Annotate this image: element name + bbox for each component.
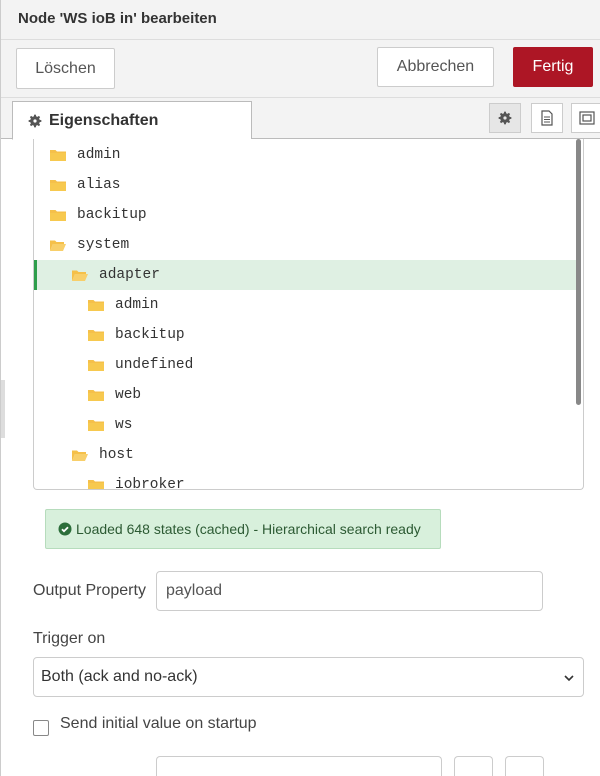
folder-icon [50,209,66,221]
output-property-input[interactable]: payload [156,571,543,611]
status-text: Loaded 648 states (cached) - Hierarchica… [76,521,421,537]
tree-item[interactable]: admin [34,290,579,320]
tree-item-label: undefined [115,357,194,373]
folder-icon [88,389,104,401]
tree-item-label: host [99,447,134,463]
tab-description[interactable] [531,103,563,133]
tree-item-label: backitup [115,327,185,343]
chevron-down-icon [564,675,574,682]
folder-icon [88,359,104,371]
tree-item[interactable]: system [34,230,579,260]
folder-icon [88,299,104,311]
tab-settings[interactable] [489,103,521,133]
tree-item[interactable]: backitup [34,200,579,230]
object-tree[interactable]: admin alias backitup system adapter admin back… [33,139,584,490]
cancel-button[interactable]: Abbrechen [377,47,494,87]
appearance-icon [579,111,595,125]
dialog-title: Node 'WS ioB in' bearbeiten [18,10,217,27]
tab-properties-label: Eigenschaften [49,111,159,129]
tree-scrollbar[interactable] [576,139,581,405]
tree-item[interactable]: host [34,440,579,470]
folder-icon [88,419,104,431]
tree-item-label: admin [115,297,159,313]
folder-open-icon [72,270,88,281]
resize-handle[interactable] [1,380,5,438]
tree-item-label: web [115,387,142,403]
tree-item[interactable]: backitup [34,320,579,350]
dialog-title-bar: Node 'WS ioB in' bearbeiten [1,0,600,40]
folder-open-icon [72,450,88,461]
partial-button[interactable] [454,756,493,776]
tree-item-label: backitup [77,207,147,223]
folder-icon [50,179,66,191]
output-property-label: Output Property [33,582,146,599]
check-circle-icon [58,522,72,536]
tree-item-label: admin [77,147,121,163]
tree-item[interactable]: alias [34,170,579,200]
initial-value-label: Send initial value on startup [60,715,257,732]
gear-icon [498,111,512,125]
edit-node-dialog: Node 'WS ioB in' bearbeiten Löschen Abbr… [0,0,600,776]
folder-icon [50,149,66,161]
initial-value-checkbox[interactable] [33,720,49,736]
tree-item[interactable]: web [34,380,579,410]
tree-item[interactable]: ws [34,410,579,440]
tab-properties[interactable]: Eigenschaften [12,101,252,140]
tree-item[interactable]: undefined [34,350,579,380]
folder-open-icon [50,240,66,251]
folder-icon [88,479,104,489]
tree-item-label: ws [115,417,133,433]
tree-item-label: iobroker [115,477,185,490]
tree-item[interactable]: iobroker [34,470,579,490]
delete-button[interactable]: Löschen [16,48,115,89]
status-message: Loaded 648 states (cached) - Hierarchica… [45,509,441,549]
trigger-select-value: Both (ack and no-ack) [41,668,198,685]
tree-item-label: adapter [99,267,160,283]
tab-appearance[interactable] [571,103,600,133]
folder-icon [88,329,104,341]
trigger-label: Trigger on [33,630,106,647]
partial-button[interactable] [505,756,544,776]
partial-field[interactable] [156,756,442,776]
done-button[interactable]: Fertig [513,47,593,87]
tree-item[interactable]: admin [34,140,579,170]
dialog-button-bar: Löschen Abbrechen Fertig [1,40,600,98]
tree-item-label: system [77,237,130,253]
tree-item-label: alias [77,177,121,193]
trigger-select[interactable]: Both (ack and no-ack) [33,657,584,697]
tabs-bar: Eigenschaften [1,98,600,140]
gear-icon [28,114,42,127]
tree-item[interactable]: adapter [34,260,579,290]
document-icon [541,110,553,126]
